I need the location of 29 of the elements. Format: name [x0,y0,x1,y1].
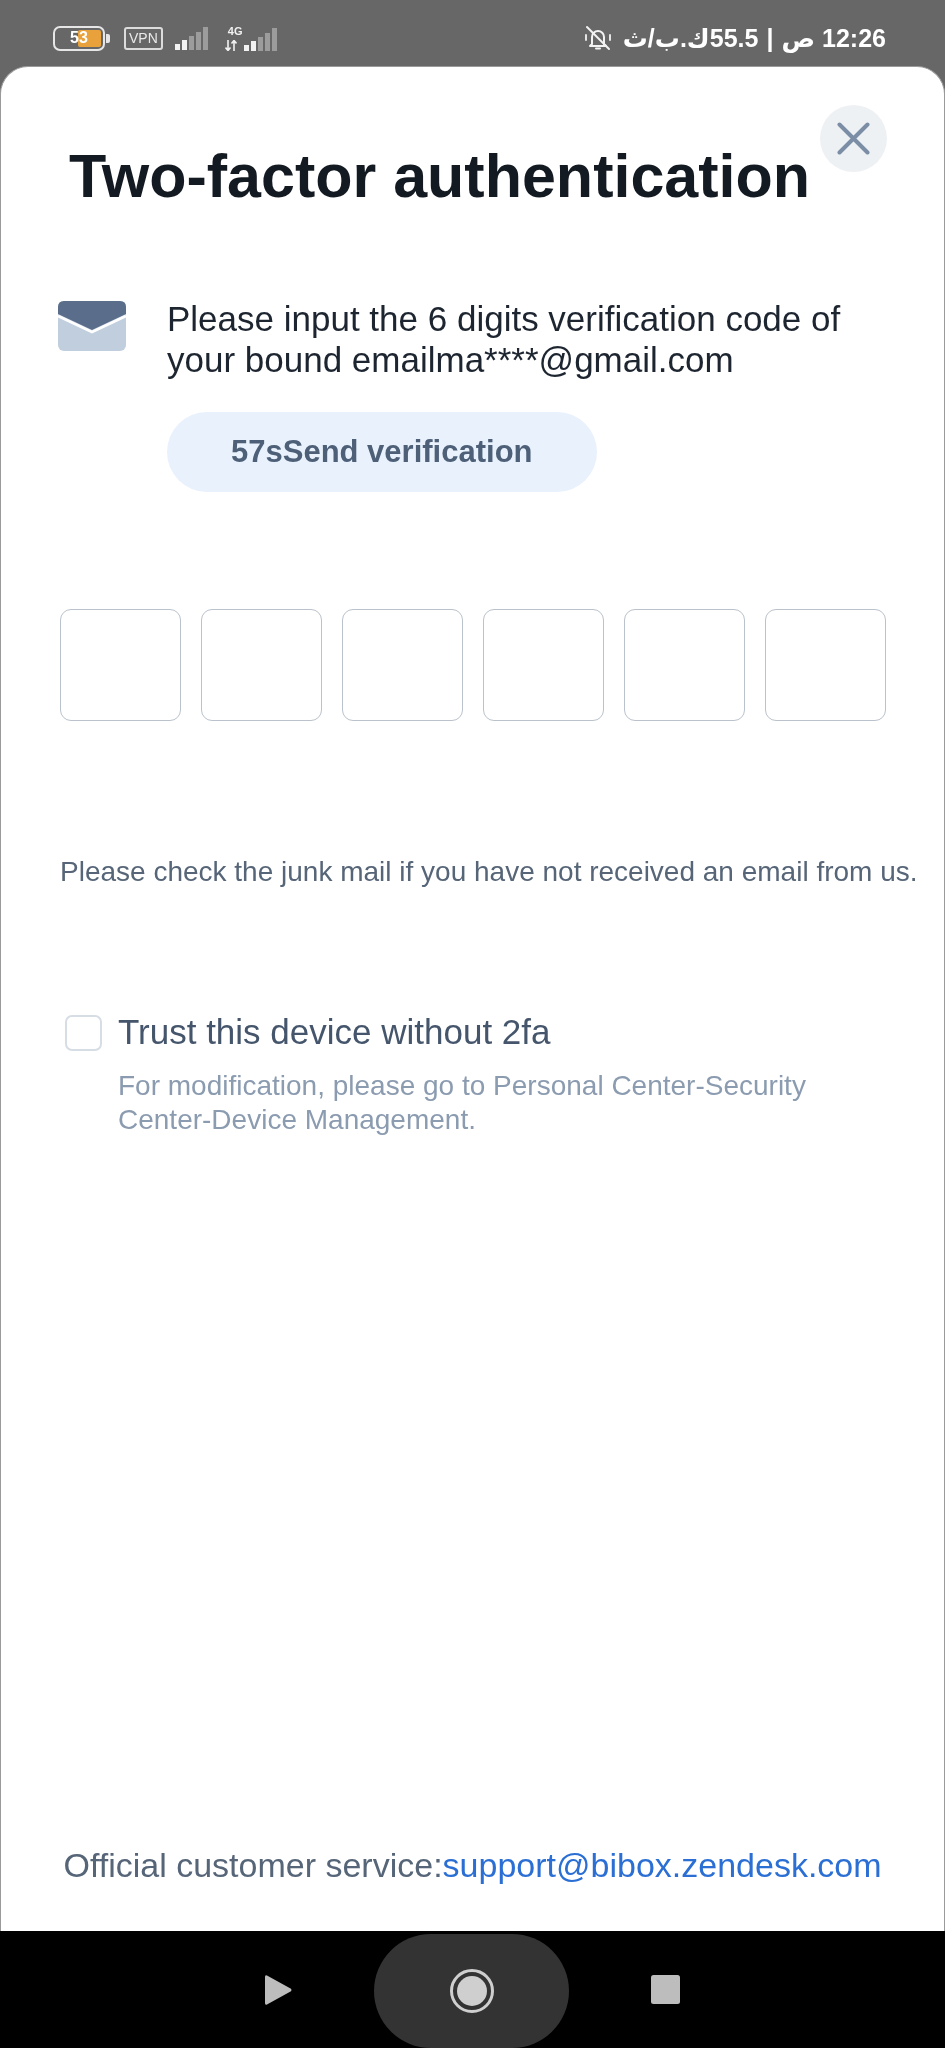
code-input-field[interactable] [60,609,181,721]
junk-mail-hint: Please check the junk mail if you have not received an email from us. [60,855,918,889]
trust-device-label[interactable]: Trust this device without 2fa [118,1011,551,1053]
code-input-field[interactable] [342,609,463,721]
envelope-icon [58,301,126,351]
vpn-indicator: VPN [124,26,163,50]
support-email-link[interactable]: support@bibox.zendesk.com [442,1846,882,1884]
status-separator: | [766,23,774,53]
data-arrows-icon [224,39,237,51]
code-input-field[interactable] [201,609,322,721]
home-icon [449,1969,494,2013]
close-icon [837,122,870,155]
back-icon[interactable] [265,1973,292,2006]
checkbox[interactable] [65,1015,102,1051]
device-management-note: For modification, please go to Personal Center-Security Center-Device Management. [118,1069,807,1137]
verification-instruction: Please input the 6 digits verification code of your bound emailma****@gmail.com [167,298,842,380]
code-input-field[interactable] [765,609,886,721]
send-verification-button[interactable]: 57sSend verification [167,412,597,492]
clock-text: 12:26 ص [781,23,886,53]
signal-strength-icon [174,26,208,50]
recents-icon[interactable] [651,1975,680,2004]
network-type-label: 4G [227,25,243,37]
signal-strength-icon [244,27,278,51]
bell-off-icon [583,25,612,51]
code-input-field[interactable] [483,609,604,721]
customer-service-text: Official customer service:support@bibox.zendesk.com [63,1845,882,1885]
dialog-title: Two-factor authentication [69,141,811,212]
network-speed-text: 55.5ك.ب/ث [622,23,759,53]
code-input-field[interactable] [624,609,745,721]
